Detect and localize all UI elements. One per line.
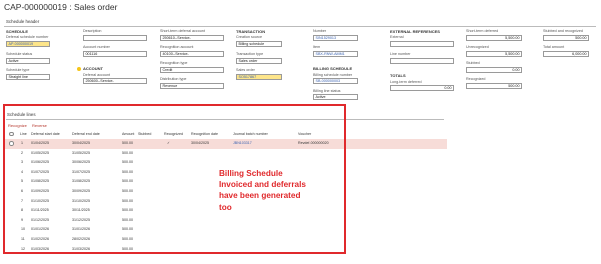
required-indicator-icon xyxy=(77,66,81,71)
account-group-title: ACCOUNT xyxy=(83,66,103,71)
billing-line-status-label: Billing line status xyxy=(313,88,341,93)
transaction-type-field[interactable]: Sales order xyxy=(236,57,282,64)
recognized-field[interactable]: 500.00 xyxy=(466,82,522,89)
short-term-deferral-account-field[interactable]: 250610--Service- xyxy=(160,34,224,41)
creation-source-label: Creation source xyxy=(236,35,263,39)
deferral-account-field[interactable]: 250600--Service- xyxy=(83,78,147,84)
long-term-deferred-field[interactable]: 0.00 xyxy=(390,85,454,91)
schedule-status-label: Schedule status xyxy=(6,52,33,56)
stubbed-label: Stubbed xyxy=(466,61,480,65)
short-term-deferral-account-label: Short-term deferral account xyxy=(160,29,205,33)
deferral-schedule-number-label: Deferral schedule number xyxy=(6,35,49,39)
deferral-schedule-number-field[interactable]: AP-000000019 xyxy=(6,40,50,47)
billing-schedule-number-label: Billing schedule number xyxy=(313,72,353,77)
short-term-deferred-label: Short-term deferred xyxy=(466,29,499,33)
account-number-label: Account number xyxy=(83,45,110,49)
schedule-group-title: SCHEDULE xyxy=(6,29,29,34)
unrecognized-label: Unrecognized xyxy=(466,45,489,49)
totals-group-title: TOTALS xyxy=(390,73,406,78)
creation-source-field[interactable]: Billing schedule xyxy=(236,40,282,47)
sales-order-field[interactable]: SO517867 xyxy=(236,73,282,80)
schedule-type-field[interactable]: Straight line xyxy=(6,73,50,80)
external-label: External xyxy=(390,35,404,39)
item-label: Item xyxy=(313,45,321,49)
account-number-field[interactable]: 001116 xyxy=(83,50,147,57)
schedule-type-label: Schedule type xyxy=(6,68,30,72)
unrecognized-field[interactable]: 5,500.00 xyxy=(466,50,522,57)
stubbed-and-recognized-label: Stubbed and recognized xyxy=(543,29,583,33)
description-label: Description xyxy=(83,29,102,33)
billing-schedule-group-title: BILLING SCHEDULE xyxy=(313,66,353,71)
recognition-account-field[interactable]: 40100--Service- xyxy=(160,50,224,57)
schedule-header-section-label[interactable]: Schedule header xyxy=(6,19,39,24)
line-number-label: Line number xyxy=(390,52,411,56)
number-field[interactable]: SIN1529013 xyxy=(313,34,358,41)
recognition-type-field[interactable]: Credit xyxy=(160,66,224,73)
description-field[interactable] xyxy=(83,34,147,41)
line-number-field[interactable] xyxy=(390,57,454,64)
section-divider xyxy=(4,25,596,27)
stubbed-and-recognized-field[interactable]: 500.00 xyxy=(543,34,589,41)
item-field[interactable]: SBX-RNW-AMM1 xyxy=(313,50,358,57)
external-field[interactable] xyxy=(390,40,454,47)
external-references-group-title: EXTERNAL REFERENCES xyxy=(390,29,440,34)
sales-order-label: Sales order xyxy=(236,68,255,72)
billing-line-status-field[interactable]: Active xyxy=(313,94,358,100)
transaction-group-title: TRANSACTION xyxy=(236,29,266,34)
long-term-deferred-label: Long-term deferred xyxy=(390,79,422,84)
recognition-type-label: Recognition type xyxy=(160,61,188,65)
annotation-text: Billing Schedule Invoiced and deferrals … xyxy=(219,169,306,212)
recognition-account-label: Recognition account xyxy=(160,45,194,49)
total-amount-label: Total amount xyxy=(543,45,565,49)
transaction-type-label: Transaction type xyxy=(236,52,264,56)
recognized-label: Recognized xyxy=(466,77,486,81)
stubbed-field[interactable]: 0.00 xyxy=(466,66,522,73)
distribution-type-field[interactable]: Revenue xyxy=(160,82,224,89)
schedule-status-field[interactable]: Active xyxy=(6,57,50,64)
billing-schedule-number-field[interactable]: SB-000000003 xyxy=(313,78,358,84)
total-amount-field[interactable]: 6,000.00 xyxy=(543,50,589,57)
deferral-account-label: Deferral account xyxy=(83,72,111,77)
distribution-type-label: Distribution type xyxy=(160,77,187,81)
short-term-deferred-field[interactable]: 5,500.00 xyxy=(466,34,522,41)
number-label: Number xyxy=(313,29,327,33)
page-title: CAP-000000019 : Sales order xyxy=(4,2,118,12)
